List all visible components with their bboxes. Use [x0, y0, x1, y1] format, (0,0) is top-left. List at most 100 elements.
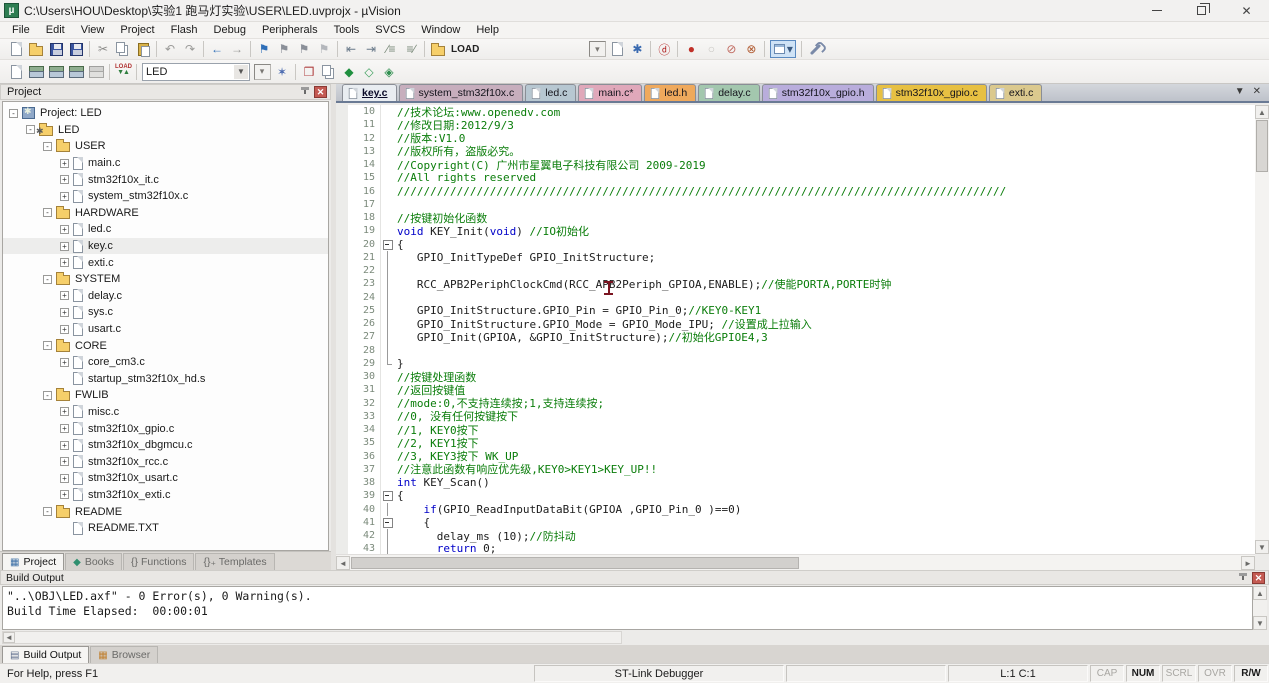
open-folder-icon[interactable]: [26, 40, 46, 58]
environment-icon[interactable]: ◇: [359, 63, 379, 81]
undo-icon[interactable]: ↶: [160, 40, 180, 58]
doc-tab-stm32f10x-gpio-h[interactable]: stm32f10x_gpio.h: [762, 84, 874, 101]
breakpoint-margin[interactable]: [336, 211, 348, 224]
breakpoint-margin[interactable]: [336, 529, 348, 542]
tree-item-system[interactable]: -SYSTEM: [3, 271, 328, 288]
breakpoint-margin[interactable]: [336, 118, 348, 131]
menu-flash[interactable]: Flash: [163, 23, 206, 37]
tab--functions[interactable]: {} Functions: [123, 553, 194, 570]
save-icon[interactable]: [46, 40, 66, 58]
expand-icon[interactable]: +: [60, 175, 69, 184]
fold-marker[interactable]: [380, 238, 393, 251]
tree-item-project-led[interactable]: -Project: LED: [3, 105, 328, 122]
disable-breakpoints-icon[interactable]: ⊘: [721, 40, 741, 58]
expand-icon[interactable]: +: [60, 457, 69, 466]
breakpoint-margin[interactable]: [336, 503, 348, 516]
tree-item-startup-stm32f10x-hd-s[interactable]: +startup_stm32f10x_hd.s: [3, 371, 328, 388]
breakpoint-margin[interactable]: [336, 304, 348, 317]
rebuild-icon[interactable]: [46, 63, 66, 81]
batch-build-icon[interactable]: [66, 63, 86, 81]
manage-books-icon[interactable]: [319, 63, 339, 81]
build-icon[interactable]: [26, 63, 46, 81]
expand-icon[interactable]: +: [60, 358, 69, 367]
kill-breakpoints-icon[interactable]: ⊗: [741, 40, 761, 58]
build-output-scrollbar[interactable]: ▲ ▼: [1253, 586, 1267, 630]
code-editor[interactable]: 10//技术论坛:www.openedv.com11//修改日期:2012/9/…: [336, 105, 1255, 554]
tab-project[interactable]: ▦Project: [2, 553, 64, 570]
translate-file-icon[interactable]: [6, 63, 26, 81]
tree-item-core[interactable]: -CORE: [3, 337, 328, 354]
navigate-forward-icon[interactable]: →: [227, 40, 247, 58]
redo-icon[interactable]: ↷: [180, 40, 200, 58]
bookmark-prev-icon[interactable]: ⚑: [274, 40, 294, 58]
doc-tab-system-stm32f10x-c[interactable]: system_stm32f10x.c: [399, 84, 524, 101]
breakpoint-margin[interactable]: [336, 185, 348, 198]
options-for-target-icon[interactable]: ✶: [272, 63, 292, 81]
paste-icon[interactable]: [133, 40, 153, 58]
build-output-close-icon[interactable]: ✕: [1252, 572, 1265, 584]
build-output-hscroll[interactable]: ◄: [2, 631, 622, 644]
scroll-down-arrow[interactable]: ▼: [1255, 540, 1269, 554]
tree-item-stm32f10x-exti-c[interactable]: +stm32f10x_exti.c: [3, 487, 328, 504]
collapse-icon[interactable]: -: [43, 275, 52, 284]
breakpoint-margin[interactable]: [336, 489, 348, 502]
collapse-icon[interactable]: -: [43, 391, 52, 400]
expand-icon[interactable]: +: [60, 490, 69, 499]
scroll-up-arrow[interactable]: ▲: [1255, 105, 1269, 119]
breakpoint-margin[interactable]: [336, 291, 348, 304]
expand-icon[interactable]: +: [60, 424, 69, 433]
collapse-icon[interactable]: -: [43, 341, 52, 350]
combo-dropdown-arrow-icon[interactable]: ▼: [234, 65, 248, 79]
fold-marker[interactable]: [380, 516, 393, 529]
menu-debug[interactable]: Debug: [206, 23, 254, 37]
target-select-combo[interactable]: LED▼: [142, 63, 250, 81]
breakpoint-margin[interactable]: [336, 158, 348, 171]
doc-tab-delay-c[interactable]: delay.c: [698, 84, 760, 101]
tab-books[interactable]: ◆Books: [65, 553, 122, 570]
breakpoint-margin[interactable]: [336, 542, 348, 554]
doc-tab-led-h[interactable]: led.h: [644, 84, 696, 101]
breakpoint-margin[interactable]: [336, 370, 348, 383]
tab--templates[interactable]: {}₊ Templates: [195, 553, 274, 570]
fold-marker[interactable]: [380, 489, 393, 502]
uncomment-icon[interactable]: ≡∕: [401, 40, 421, 58]
tree-item-readme[interactable]: -README: [3, 503, 328, 520]
tree-item-stm32f10x-it-c[interactable]: +stm32f10x_it.c: [3, 171, 328, 188]
collapse-icon[interactable]: -: [26, 125, 35, 134]
pin-icon[interactable]: [1237, 572, 1249, 584]
breakpoint-margin[interactable]: [336, 344, 348, 357]
breakpoint-margin[interactable]: [336, 357, 348, 370]
tree-item-readme-txt[interactable]: +README.TXT: [3, 520, 328, 537]
breakpoint-margin[interactable]: [336, 383, 348, 396]
indent-right-icon[interactable]: ⇥: [361, 40, 381, 58]
expand-icon[interactable]: +: [60, 325, 69, 334]
bookmark-clear-icon[interactable]: ⚑: [314, 40, 334, 58]
expand-icon[interactable]: +: [60, 474, 69, 483]
tree-item-delay-c[interactable]: +delay.c: [3, 288, 328, 305]
stop-build-icon[interactable]: [86, 63, 106, 81]
expand-icon[interactable]: +: [60, 308, 69, 317]
project-tree[interactable]: -Project: LED-LED-USER+main.c+stm32f10x_…: [2, 101, 329, 551]
navigate-back-icon[interactable]: ←: [207, 40, 227, 58]
enable-breakpoint-icon[interactable]: ○: [701, 40, 721, 58]
breakpoint-margin[interactable]: [336, 264, 348, 277]
close-document-icon[interactable]: ✕: [1253, 86, 1261, 97]
minimize-button[interactable]: [1134, 0, 1179, 21]
breakpoint-margin[interactable]: [336, 277, 348, 290]
configure-tools-icon[interactable]: [805, 40, 825, 58]
tab-build-output[interactable]: ▤Build Output: [2, 646, 89, 663]
scroll-up-arrow[interactable]: ▲: [1253, 586, 1267, 600]
download-icon[interactable]: LOAD: [113, 63, 133, 81]
close-button[interactable]: ✕: [1224, 0, 1269, 21]
expand-icon[interactable]: +: [60, 407, 69, 416]
project-panel-close-icon[interactable]: ✕: [314, 86, 327, 98]
tree-item-stm32f10x-rcc-c[interactable]: +stm32f10x_rcc.c: [3, 453, 328, 470]
flash-download-icon[interactable]: [428, 40, 448, 58]
expand-icon[interactable]: +: [60, 159, 69, 168]
comment-icon[interactable]: ∕≡: [381, 40, 401, 58]
scroll-right-arrow[interactable]: ►: [1241, 556, 1255, 570]
breakpoint-margin[interactable]: [336, 436, 348, 449]
doc-tab-key-c[interactable]: key.c: [342, 84, 397, 101]
menu-file[interactable]: File: [4, 23, 38, 37]
manage-project-items-icon[interactable]: ❒: [299, 63, 319, 81]
